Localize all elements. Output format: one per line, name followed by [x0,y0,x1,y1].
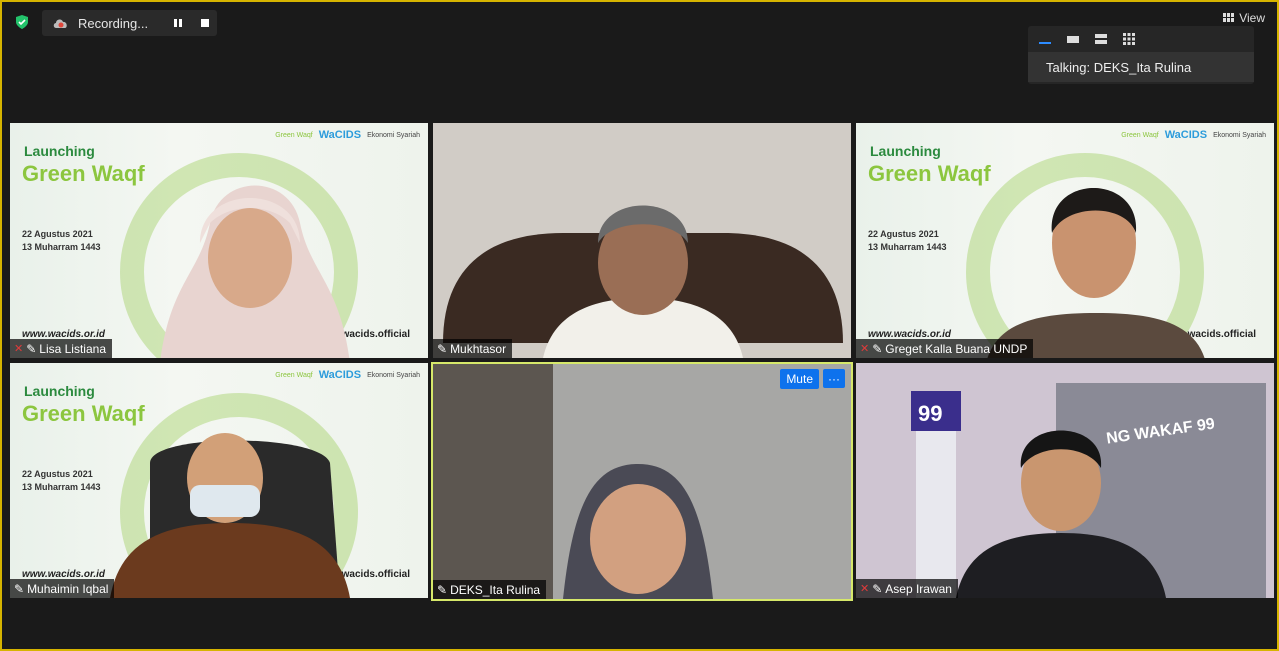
video-tile-greget-kalla-buana[interactable]: Launching Green Waqf 22 Agustus 2021 13 M… [856,123,1274,358]
slide-subtitle: Green Waqf [22,161,145,186]
pin-icon: ✎ [437,341,448,356]
wacids-logo: WaCIDS [318,129,362,141]
video-tile-lisa-listiana[interactable]: Launching Green Waqf 22 Agustus 2021 13 M… [10,123,428,358]
video-tile-deks-ita-rulina[interactable]: Mute ··· ✎ DEKS_Ita Rulina [431,362,853,601]
pin-icon: ✎ [26,341,37,356]
green-waqf-logo: Green Waqf [275,131,313,139]
grid-view-icon [1223,13,1235,22]
slide-title: Launching [870,143,941,159]
stop-icon [201,19,209,27]
participant-name-tag: ✎ DEKS_Ita Rulina [433,580,547,599]
participant-video [856,363,1274,598]
participant-video [433,364,851,599]
participant-name: Muhaimin Iqbal [27,581,109,596]
meeting-window: Recording... View Talking: DEKS_Ita Ruli… [0,0,1279,651]
view-layout-popup: Talking: DEKS_Ita Rulina [1028,26,1254,84]
pin-icon: ✎ [872,581,883,596]
slide-date: 22 Agustus 2021 13 Muharram 1443 [868,229,947,252]
slide-title: Launching [24,143,95,159]
slide-logos: Green Waqf WaCIDS Ekonomi Syariah [275,369,420,381]
ekonomi-syariah-logo: Ekonomi Syariah [1213,131,1266,139]
slide-date: 22 Agustus 2021 13 Muharram 1443 [22,229,101,252]
green-waqf-logo: Green Waqf [1121,131,1159,139]
participant-name-tag: ✕ ✎ Lisa Listiana [10,339,112,358]
talking-indicator: Talking: DEKS_Ita Rulina [1028,52,1254,82]
slide-subtitle: Green Waqf [868,161,991,186]
pin-icon: ✎ [872,341,883,356]
participant-video [433,123,851,358]
recording-bar: Recording... [42,10,217,36]
gallery-grid-icon [1123,33,1135,45]
pause-recording-button[interactable] [170,15,186,31]
view-button[interactable]: View [1223,11,1265,25]
pole-sign-number: 99 [918,401,943,426]
view-label: View [1239,11,1265,25]
participant-video [110,433,350,598]
wacids-logo: WaCIDS [318,369,362,381]
split-layout-button[interactable] [1092,31,1110,47]
pause-icon [174,19,182,27]
mic-muted-icon: ✕ [14,343,24,355]
security-shield-icon[interactable] [14,14,30,30]
participant-name-tag: ✎ Mukhtasor [433,339,513,358]
slide-date: 22 Agustus 2021 13 Muharram 1443 [22,469,101,492]
slide-logos: Green Waqf WaCIDS Ekonomi Syariah [275,129,420,141]
slide-title: Launching [24,383,95,399]
wacids-logo: WaCIDS [1164,129,1208,141]
participant-name-tag: ✕ ✎ Asep Irawan [856,579,958,598]
ekonomi-syariah-logo: Ekonomi Syariah [367,131,420,139]
minimize-layout-button[interactable] [1036,31,1054,47]
mic-muted-icon: ✕ [860,583,870,595]
gallery-layout-button[interactable] [1120,31,1138,47]
pin-icon: ✎ [437,582,448,597]
speaker-layout-button[interactable] [1064,31,1082,47]
stop-recording-button[interactable] [197,15,213,31]
participant-name-tag: ✎ Muhaimin Iqbal [10,579,115,598]
participant-name: Asep Irawan [885,581,952,596]
more-options-button[interactable]: ··· [823,369,845,388]
participant-name-tag: ✕ ✎ Greget Kalla Buana UNDP [856,339,1034,358]
participant-name: Lisa Listiana [39,341,106,356]
recording-label: Recording... [78,15,149,31]
video-tile-muhaimin-iqbal[interactable]: Launching Green Waqf 22 Agustus 2021 13 M… [10,363,428,598]
green-waqf-logo: Green Waqf [275,371,313,379]
pin-icon: ✎ [14,581,25,596]
slide-logos: Green Waqf WaCIDS Ekonomi Syariah [1121,129,1266,141]
video-tile-asep-irawan[interactable]: 99 NG WAKAF 99 ✕ ✎ Asep Irawan [856,363,1274,598]
split-video-icon [1095,34,1107,44]
minimize-icon [1039,42,1051,44]
ekonomi-syariah-logo: Ekonomi Syariah [367,371,420,379]
participant-name: Mukhtasor [450,341,507,356]
participant-video [160,185,350,358]
video-tile-mukhtasor[interactable]: ✎ Mukhtasor [433,123,851,358]
participant-name: Greget Kalla Buana UNDP [885,341,1028,356]
participant-video [987,188,1205,358]
layout-options [1028,26,1254,52]
cloud-recording-icon [53,19,67,28]
participant-name: DEKS_Ita Rulina [450,582,541,597]
single-video-icon [1067,36,1079,43]
mic-muted-icon: ✕ [860,343,870,355]
mute-participant-button[interactable]: Mute [780,369,819,389]
